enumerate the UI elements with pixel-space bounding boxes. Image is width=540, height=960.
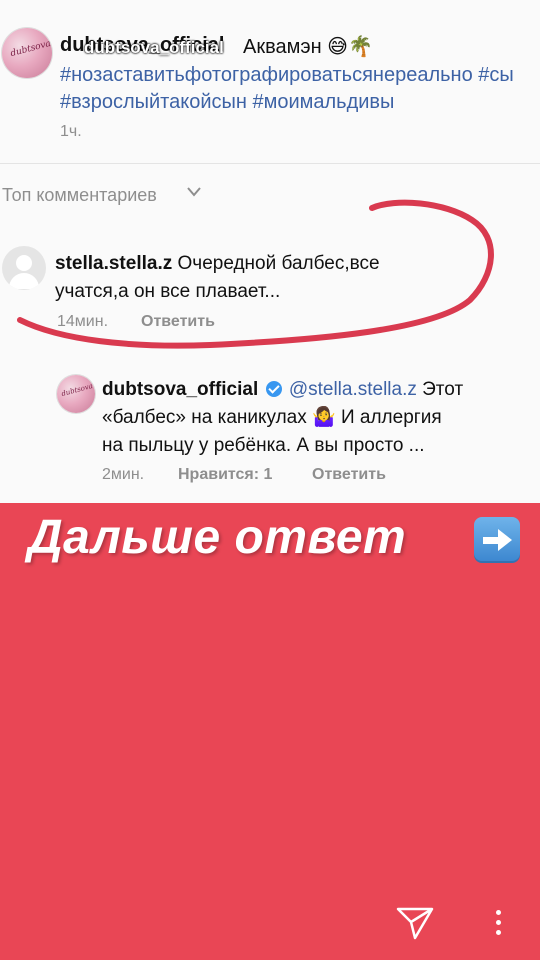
reply-time: 2мин. [102,466,145,483]
reply-text-line-1: Этот [416,379,464,400]
reply-username[interactable]: dubtsova_official [102,379,258,400]
story-overlay-username: dubtsova_official [84,38,224,57]
more-vertical-icon[interactable] [496,910,501,940]
right-arrow-emoji-icon [474,517,520,563]
reply-text-line-3: на пыльцу у ребёнка. А вы просто ... [102,435,425,456]
caption-text: Аквамэн 😅🌴 [243,36,373,58]
reply-author-avatar[interactable]: dubtsova [57,375,95,413]
story-background [0,503,540,960]
reply-text-line-2: «балбес» на каникулах 🤷‍♀️ И аллергия [102,407,442,428]
instagram-screenshot: dubtsova dubtsova_official dubtsova_offi… [0,0,540,503]
banner-text: Дальше ответ [28,511,407,564]
reply-likes-count[interactable]: Нравится: 1 [178,466,272,484]
verified-badge-icon [265,381,282,397]
post-author-avatar[interactable]: dubtsova [2,28,52,78]
caption-hashtags-line-2[interactable]: #взрослыйтакойсын #моимальдивы [60,91,394,114]
send-icon[interactable] [395,905,435,941]
caption-hashtags-line-1[interactable]: #нозаставитьфотографироватьсянереально #… [60,64,514,87]
red-scribble-annotation [17,199,494,349]
reply-mention[interactable]: @stella.stella.z [289,379,417,400]
divider [0,163,540,164]
post-time: 1ч. [60,123,82,140]
reply-reply-button[interactable]: Ответить [312,466,386,484]
reply-body: dubtsova_official @stella.stella.z Этот … [102,376,537,460]
